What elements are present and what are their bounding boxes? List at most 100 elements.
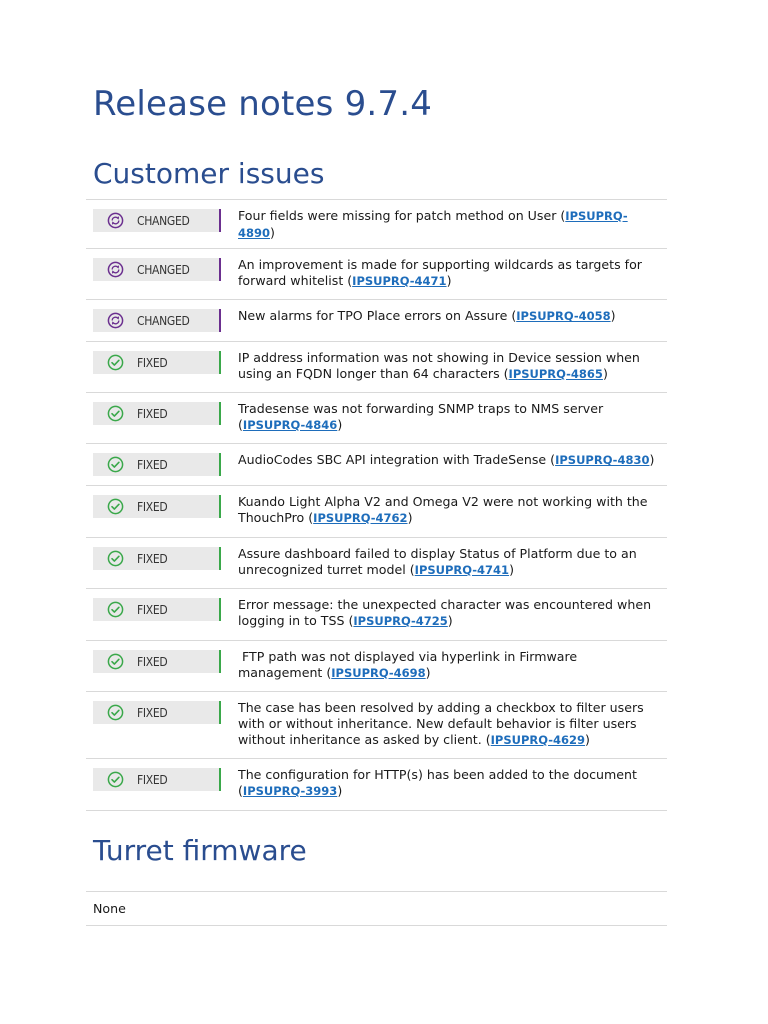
ticket-link[interactable]: IPSUPRQ-4058 [516, 309, 610, 323]
customer-issues-table: CHANGED Four fields were missing for patc… [86, 199, 667, 812]
check-circle-icon [107, 457, 124, 473]
issue-row: FIXED Kuando Light Alpha V2 and Omega V2 … [86, 486, 667, 539]
badge-accent-bar [219, 402, 221, 426]
badge-accent-bar [219, 209, 221, 232]
fixed-badge: FIXED [93, 598, 221, 622]
ticket-link[interactable]: IPSUPRQ-4471 [352, 274, 446, 288]
badge-label: FIXED [137, 551, 168, 566]
issue-text-suffix: ) [585, 731, 590, 747]
fixed-badge: FIXED [93, 547, 221, 571]
issue-text-suffix: ) [270, 224, 275, 240]
issue-text-suffix: ) [649, 452, 655, 468]
issue-row: FIXED The case has been resolved by addin… [86, 692, 667, 760]
fixed-badge: FIXED [93, 453, 221, 477]
issue-row: FIXED Error message: the unexpected chara… [86, 589, 667, 642]
changed-cycle-icon [107, 313, 124, 329]
section-heading-turret-firmware: Turret firmware [93, 834, 307, 867]
issue-description: FTP path was not displayed via hyperlink… [238, 649, 667, 681]
badge-accent-bar [219, 701, 221, 725]
issue-description: Assure dashboard failed to display Statu… [238, 546, 667, 578]
issue-text: New alarms for TPO Place errors on Assur… [238, 308, 517, 324]
badge-label: CHANGED [137, 313, 190, 328]
ticket-link[interactable]: IPSUPRQ-4865 [509, 367, 603, 381]
ticket-link[interactable]: IPSUPRQ-4741 [415, 563, 509, 577]
fixed-badge: FIXED [93, 351, 221, 375]
issue-text-suffix: ) [337, 417, 343, 433]
issue-row: FIXED The configuration for HTTP(s) has b… [86, 759, 667, 812]
issue-text: AudioCodes SBC API integration with Trad… [238, 452, 556, 468]
fixed-badge: FIXED [93, 701, 221, 725]
changed-cycle-icon [107, 262, 124, 278]
issue-text-suffix: ) [602, 366, 608, 382]
page-title: Release notes 9.7.4 [93, 84, 433, 124]
issue-row: FIXED Tradesense was not forwarding SNMP … [86, 393, 667, 445]
check-circle-icon [107, 355, 124, 371]
badge-accent-bar [219, 598, 221, 622]
badge-label: FIXED [137, 772, 168, 787]
fixed-badge: FIXED [93, 768, 221, 792]
check-circle-icon [107, 406, 124, 422]
badge-accent-bar [219, 351, 221, 375]
issue-text-suffix: ) [610, 308, 616, 324]
badge-label: FIXED [137, 355, 168, 370]
badge-label: FIXED [137, 457, 168, 472]
fixed-badge: FIXED [93, 402, 221, 426]
ticket-link[interactable]: IPSUPRQ-3993 [243, 784, 337, 798]
issue-description: An improvement is made for supporting wi… [238, 257, 667, 289]
issue-description: The case has been resolved by adding a c… [238, 700, 667, 748]
check-circle-icon [107, 602, 124, 618]
badge-label: CHANGED [137, 213, 190, 228]
ticket-link[interactable]: IPSUPRQ-4846 [243, 418, 337, 432]
badge-label: FIXED [137, 654, 168, 669]
badge-label: FIXED [137, 406, 168, 421]
check-circle-icon [107, 499, 124, 515]
issue-row: CHANGED An improvement is made for suppor… [86, 249, 667, 301]
issue-text-suffix: ) [446, 273, 452, 289]
badge-accent-bar [219, 495, 221, 519]
issue-description: IP address information was not showing i… [238, 350, 667, 382]
issue-row: CHANGED New alarms for TPO Place errors o… [86, 300, 667, 343]
ticket-link[interactable]: IPSUPRQ-4762 [313, 511, 407, 525]
badge-label: FIXED [137, 602, 168, 617]
check-circle-icon [107, 654, 124, 670]
issue-row: FIXED IP address information was not show… [86, 342, 667, 394]
badge-accent-bar [219, 547, 221, 571]
issue-text-suffix: ) [337, 783, 343, 799]
issue-text-suffix: ) [509, 562, 514, 578]
issue-row: FIXED Assure dashboard failed to display … [86, 538, 667, 590]
issue-description: Four fields were missing for patch metho… [238, 208, 667, 241]
check-circle-icon [107, 551, 124, 567]
issue-text-suffix: ) [407, 510, 413, 526]
issue-row: CHANGED Four fields were missing for patc… [86, 200, 667, 250]
issue-text: Four fields were missing for patch metho… [238, 208, 566, 223]
issue-description: Kuando Light Alpha V2 and Omega V2 were … [238, 494, 667, 526]
issue-description: Error message: the unexpected character … [238, 597, 667, 629]
issue-description: New alarms for TPO Place errors on Assur… [238, 308, 667, 325]
changed-cycle-icon [107, 212, 124, 229]
section-heading-customer-issues: Customer issues [93, 157, 325, 190]
fixed-badge: FIXED [93, 495, 221, 519]
badge-accent-bar [219, 650, 221, 674]
badge-label: FIXED [137, 499, 168, 514]
issue-text-suffix: ) [425, 665, 431, 681]
badge-accent-bar [219, 258, 221, 282]
issue-description: AudioCodes SBC API integration with Trad… [238, 452, 667, 469]
check-circle-icon [107, 772, 124, 788]
badge-accent-bar [219, 768, 221, 792]
issue-description: The configuration for HTTP(s) has been a… [238, 767, 667, 799]
turret-firmware-note: None [86, 891, 667, 926]
badge-accent-bar [219, 453, 221, 477]
ticket-link[interactable]: IPSUPRQ-4725 [353, 614, 447, 628]
ticket-link[interactable]: IPSUPRQ-4830 [555, 453, 649, 467]
issue-text-suffix: ) [447, 613, 453, 629]
fixed-badge: FIXED [93, 650, 221, 674]
badge-label: FIXED [137, 705, 168, 720]
badge-label: CHANGED [137, 262, 190, 277]
changed-badge: CHANGED [93, 258, 221, 282]
issue-row: FIXED FTP path was not displayed via hyp… [86, 641, 667, 693]
badge-accent-bar [219, 309, 221, 333]
ticket-link[interactable]: IPSUPRQ-4698 [331, 666, 425, 680]
ticket-link[interactable]: IPSUPRQ-4629 [491, 733, 585, 747]
issue-text: Kuando Light Alpha V2 and Omega V2 were … [238, 494, 652, 526]
changed-badge: CHANGED [93, 209, 221, 232]
